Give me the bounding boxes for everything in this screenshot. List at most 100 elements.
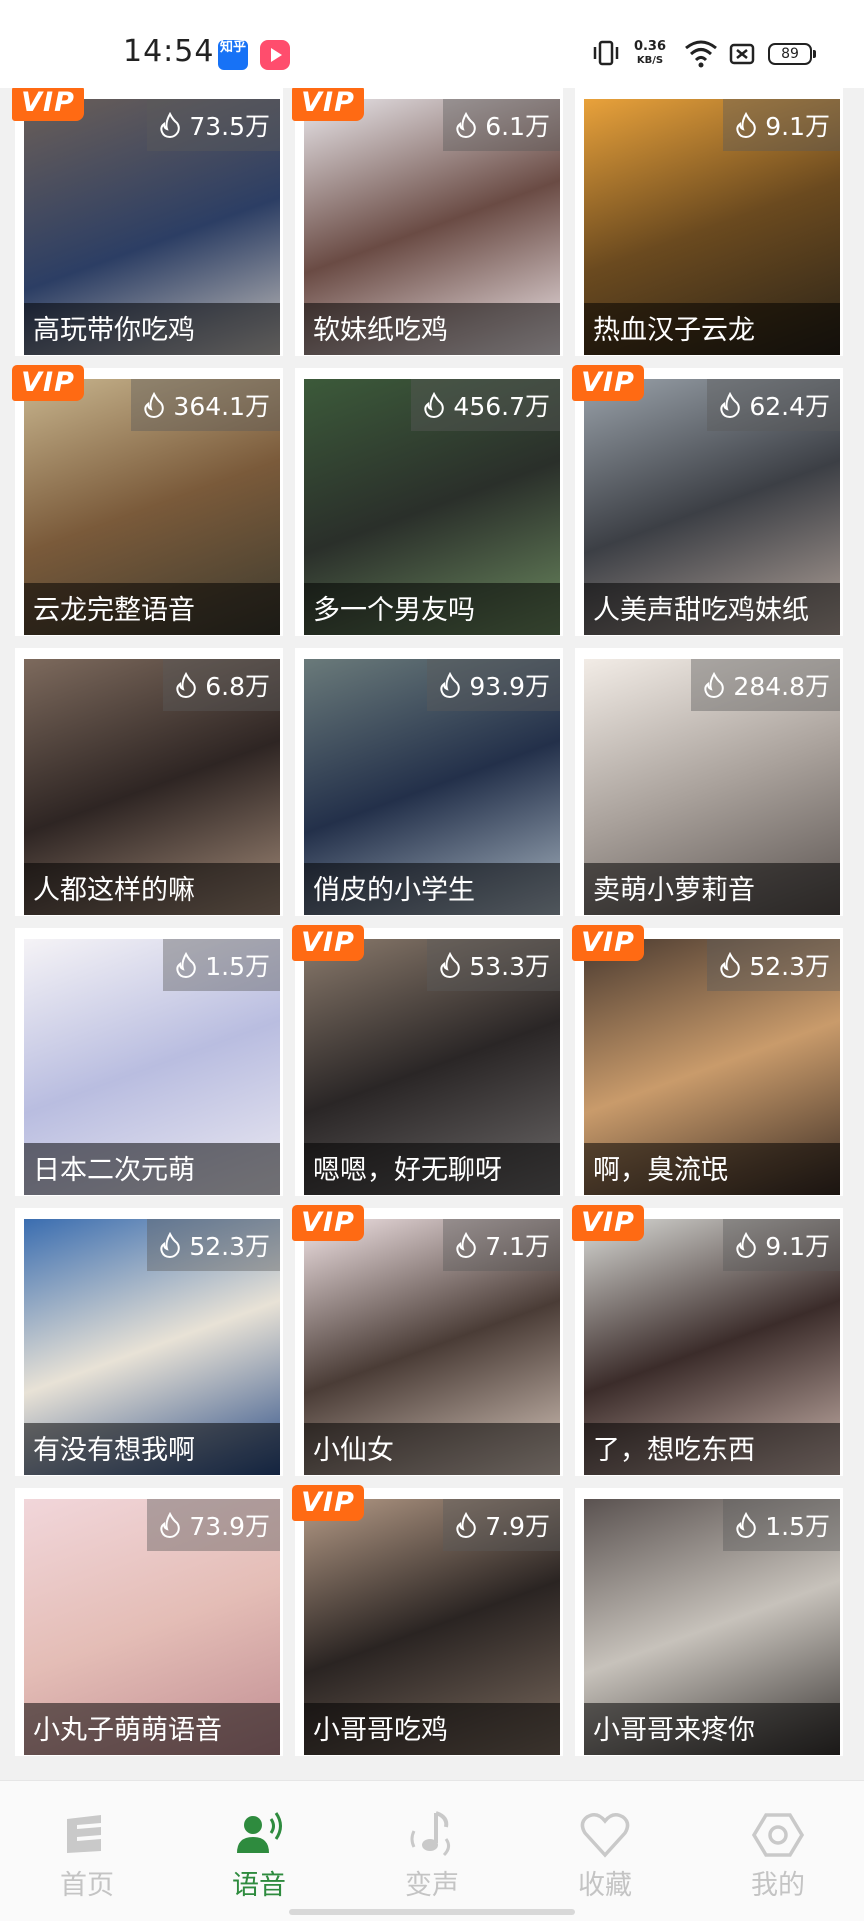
vip-badge: VIP [292, 1205, 364, 1241]
heat-count: 7.1万 [443, 1219, 560, 1271]
tab-voice-changer[interactable]: 变声 [372, 1781, 492, 1901]
heat-count-value: 52.3万 [189, 1232, 270, 1261]
flame-icon [736, 112, 757, 138]
heat-count: 52.3万 [707, 939, 840, 991]
voice-pack-card[interactable]: 7.9万小哥哥吃鸡 VIP [292, 1485, 563, 1756]
flame-icon [160, 1512, 181, 1538]
voice-pack-card[interactable]: 53.3万 嗯嗯，好无聊呀 VIP [292, 925, 563, 1196]
heat-count: 73.5万 [147, 99, 280, 151]
heat-count-value: 284.8万 [733, 672, 830, 701]
wifi-icon [685, 40, 717, 68]
voice-pack-grid-area[interactable]: 73.5万 高玩带你吃鸡 VIP 6.1万 软妹纸吃鸡 VIP 9.1万 热血汉子云龙 364.… [0, 88, 864, 1780]
flame-icon [144, 392, 165, 418]
voice-pack-card[interactable]: 6.1万 软妹纸吃鸡 VIP [292, 88, 563, 356]
heat-count-value: 52.3万 [749, 952, 830, 981]
vip-badge: VIP [292, 1485, 364, 1521]
heat-count: 364.1万 [131, 379, 280, 431]
tab-profile[interactable]: 我的 [718, 1781, 838, 1901]
voice-pack-card[interactable]: 364.1万 云龙完整语音 VIP [12, 365, 283, 636]
voice-pack-title: 俏皮的小学生 [313, 875, 475, 906]
voice-pack-card[interactable]: 52.3万有没有想我啊 [15, 1208, 283, 1476]
tab-label: 首页 [60, 1870, 114, 1901]
voice-pack-thumbnail: 6.8万人都这样的嘛 [24, 659, 280, 915]
tab-label: 我的 [751, 1870, 805, 1901]
heat-count: 6.1万 [443, 99, 560, 151]
voice-pack-title: 多一个男友吗 [313, 595, 475, 626]
flame-icon [736, 1232, 757, 1258]
voice-pack-card[interactable]: 1.5万小哥哥来疼你 [575, 1488, 843, 1756]
tab-favorites[interactable]: 收藏 [545, 1781, 665, 1901]
voice-pack-card[interactable]: 7.1万 小仙女 VIP [292, 1205, 563, 1476]
heat-count: 52.3万 [147, 1219, 280, 1271]
voice-pack-thumbnail: 62.4万 人美声甜吃鸡妹纸 [584, 379, 840, 635]
voice-pack-title: 小哥哥来疼你 [593, 1715, 755, 1746]
flame-icon [456, 112, 477, 138]
heat-count: 9.1万 [723, 1219, 840, 1271]
heat-count-value: 1.5万 [765, 1512, 830, 1541]
voice-pack-card[interactable]: 73.9万 小丸子萌萌语音 [15, 1488, 283, 1756]
home-icon [67, 1815, 101, 1853]
heat-count: 62.4万 [707, 379, 840, 431]
voice-changer-icon [410, 1811, 451, 1857]
bottom-tab-bar: 首页 语音 变声 收藏 我的 [0, 1780, 864, 1921]
flame-icon [160, 1232, 181, 1258]
voice-pack-thumbnail: 364.1万云龙完整语音 [24, 379, 280, 635]
heat-count-value: 456.7万 [453, 392, 550, 421]
flame-icon [456, 1512, 477, 1538]
status-time: 14:54 [123, 34, 215, 69]
flame-icon [720, 392, 741, 418]
heat-count: 9.1万 [723, 99, 840, 151]
heat-count-value: 7.9万 [485, 1512, 550, 1541]
voice-pack-title: 嗯嗯，好无聊呀 [313, 1155, 502, 1186]
heat-count: 73.9万 [147, 1499, 280, 1551]
voice-pack-title: 有没有想我啊 [33, 1435, 195, 1466]
flame-icon [160, 112, 181, 138]
voice-pack-card[interactable]: 52.3万 啊，臭流氓 VIP [572, 925, 843, 1196]
voice-pack-card[interactable]: 1.5万 日本二次元萌 [15, 928, 283, 1196]
heat-count-value: 73.5万 [189, 112, 270, 141]
voice-pack-title: 小仙女 [313, 1435, 394, 1466]
flame-icon [424, 392, 445, 418]
voice-pack-thumbnail: 7.1万小仙女 [304, 1219, 560, 1475]
vip-badge: VIP [572, 365, 644, 401]
voice-icon [237, 1812, 282, 1853]
tab-home[interactable]: 首页 [27, 1781, 147, 1901]
profile-hexagon-icon [752, 1813, 804, 1857]
voice-pack-card[interactable]: 9.1万热血汉子云龙 [575, 88, 843, 356]
voice-pack-thumbnail: 284.8万 卖萌小萝莉音 [584, 659, 840, 915]
heat-count-value: 93.9万 [469, 672, 550, 701]
network-speed-value: 0.36 [633, 39, 667, 54]
home-indicator [289, 1909, 575, 1915]
voice-pack-card[interactable]: 93.9万俏皮的小学生 [295, 648, 563, 916]
voice-pack-card[interactable]: 6.8万人都这样的嘛 [15, 648, 283, 916]
heat-count-value: 6.1万 [485, 112, 550, 141]
heat-count: 53.3万 [427, 939, 560, 991]
heat-count: 7.9万 [443, 1499, 560, 1551]
heat-count-value: 9.1万 [765, 1232, 830, 1261]
heat-count-value: 7.1万 [485, 1232, 550, 1261]
status-bar: 14:54 知乎 0.36 KB/S 89 [0, 0, 864, 88]
voice-pack-title: 云龙完整语音 [33, 595, 195, 626]
voice-pack-title: 热血汉子云龙 [593, 315, 755, 346]
vip-badge: VIP [12, 88, 84, 121]
voice-pack-card[interactable]: 284.8万 卖萌小萝莉音 [575, 648, 843, 916]
flame-icon [440, 672, 461, 698]
tab-voice[interactable]: 语音 [199, 1781, 319, 1901]
heat-count-value: 1.5万 [205, 952, 270, 981]
flame-icon [456, 1232, 477, 1258]
voice-pack-card[interactable]: 62.4万 人美声甜吃鸡妹纸 VIP [572, 365, 843, 636]
flame-icon [176, 952, 197, 978]
heat-count: 1.5万 [163, 939, 280, 991]
voice-pack-card[interactable]: 73.5万 高玩带你吃鸡 VIP [12, 88, 283, 356]
voice-pack-card[interactable]: 456.7万多一个男友吗 [295, 368, 563, 636]
flame-icon [440, 952, 461, 978]
heat-count-value: 62.4万 [749, 392, 830, 421]
heat-count-value: 6.8万 [205, 672, 270, 701]
voice-pack-thumbnail: 52.3万 啊，臭流氓 [584, 939, 840, 1195]
voice-pack-card[interactable]: 9.1万 了，想吃东西 VIP [572, 1205, 843, 1476]
voice-pack-title: 小哥哥吃鸡 [313, 1715, 448, 1746]
voice-pack-title: 人都这样的嘛 [33, 875, 195, 906]
flame-icon [720, 952, 741, 978]
vip-badge: VIP [292, 88, 364, 121]
network-speed: 0.36 KB/S [630, 40, 670, 76]
